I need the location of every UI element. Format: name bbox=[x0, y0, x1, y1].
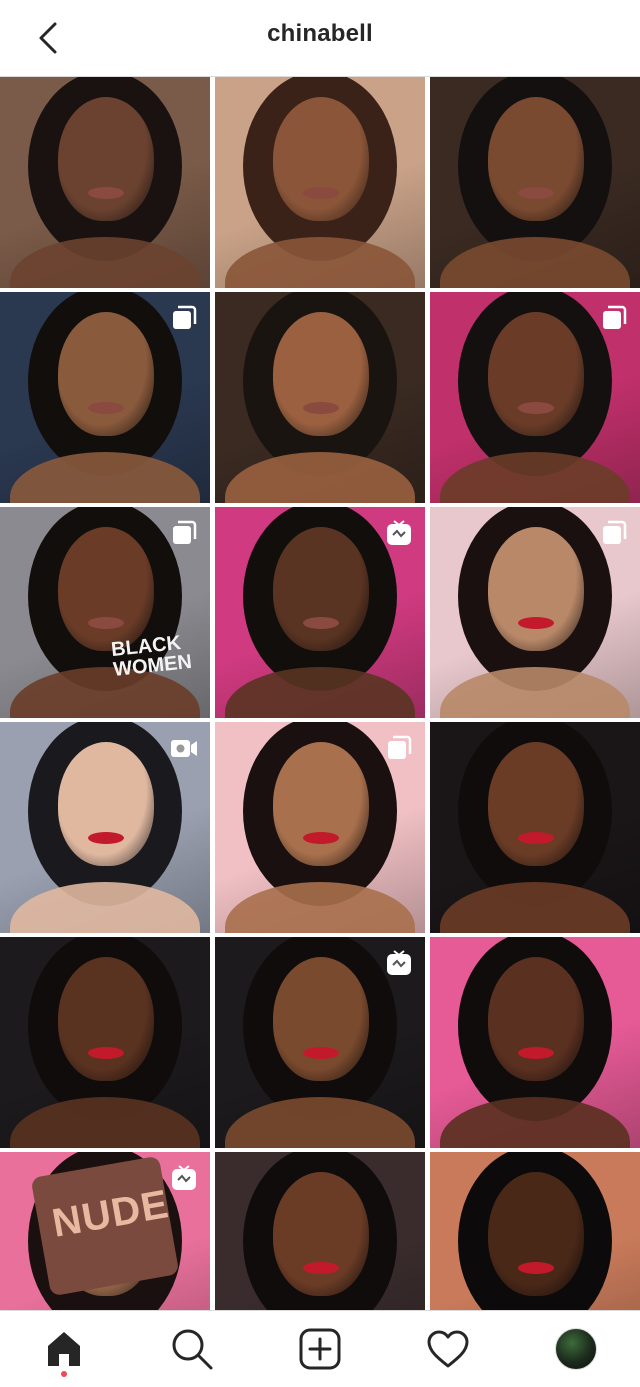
post-thumbnail[interactable] bbox=[215, 507, 425, 718]
post-thumbnail[interactable] bbox=[0, 937, 210, 1148]
post-thumbnail[interactable] bbox=[215, 937, 425, 1148]
posts-grid: BLACK WOMEN NUDE bbox=[0, 77, 640, 1310]
photo-subject-lips bbox=[303, 617, 339, 629]
post-thumbnail[interactable] bbox=[430, 722, 640, 933]
post-thumbnail[interactable] bbox=[430, 937, 640, 1148]
carousel-icon bbox=[173, 305, 197, 329]
nav-search[interactable] bbox=[168, 1325, 216, 1373]
igtv-icon bbox=[172, 1165, 196, 1190]
photo-subject-lips bbox=[303, 402, 339, 414]
igtv-icon bbox=[387, 520, 411, 545]
post-thumbnail[interactable] bbox=[430, 77, 640, 288]
photo-subject-lips bbox=[303, 832, 339, 844]
photo-subject-face bbox=[273, 527, 369, 651]
post-thumbnail[interactable] bbox=[215, 292, 425, 503]
photo-subject-lips bbox=[88, 1047, 124, 1059]
profile-avatar bbox=[555, 1328, 597, 1370]
home-icon bbox=[48, 1332, 80, 1366]
post-thumbnail[interactable] bbox=[0, 722, 210, 933]
photo-subject-lips bbox=[518, 1047, 554, 1059]
post-thumbnail[interactable] bbox=[0, 292, 210, 503]
photo-subject-face bbox=[58, 527, 154, 651]
photo-subject-lips bbox=[88, 187, 124, 199]
photo-subject-lips bbox=[518, 187, 554, 199]
post-thumbnail[interactable] bbox=[430, 507, 640, 718]
photo-subject-lips bbox=[88, 617, 124, 629]
photo-subject-lips bbox=[518, 402, 554, 414]
photo-subject-face bbox=[488, 527, 584, 651]
carousel-icon bbox=[173, 520, 197, 544]
photo-subject-face bbox=[488, 1172, 584, 1296]
photo-subject-face bbox=[488, 957, 584, 1081]
nav-home[interactable] bbox=[40, 1325, 88, 1373]
photo-subject-lips bbox=[88, 832, 124, 844]
photo-subject-face bbox=[273, 312, 369, 436]
carousel-icon bbox=[603, 305, 627, 329]
video-icon bbox=[171, 740, 197, 757]
carousel-icon bbox=[603, 520, 627, 544]
photo-subject-face bbox=[488, 742, 584, 866]
photo-subject-face bbox=[58, 957, 154, 1081]
new-post-icon bbox=[299, 1328, 341, 1370]
photo-subject-face bbox=[58, 97, 154, 221]
photo-subject-lips bbox=[303, 1047, 339, 1059]
photo-subject-lips bbox=[303, 187, 339, 199]
photo-subject-face bbox=[488, 312, 584, 436]
photo-subject-face bbox=[58, 742, 154, 866]
post-thumbnail[interactable] bbox=[215, 1152, 425, 1310]
igtv-icon bbox=[387, 950, 411, 975]
photo-subject-lips bbox=[303, 1262, 339, 1274]
photo-subject-face bbox=[273, 742, 369, 866]
activity-icon bbox=[427, 1330, 469, 1368]
post-thumbnail[interactable] bbox=[0, 77, 210, 288]
search-icon bbox=[172, 1329, 213, 1370]
photo-subject-face bbox=[273, 1172, 369, 1296]
post-thumbnail[interactable] bbox=[430, 292, 640, 503]
photo-subject-lips bbox=[518, 617, 554, 629]
bottom-nav bbox=[0, 1310, 640, 1387]
photo-subject-face bbox=[273, 97, 369, 221]
carousel-icon bbox=[388, 735, 412, 759]
photo-subject-face bbox=[488, 97, 584, 221]
nav-activity[interactable] bbox=[424, 1325, 472, 1373]
photo-subject-lips bbox=[518, 832, 554, 844]
profile-header: chinabell bbox=[0, 0, 640, 77]
post-thumbnail[interactable]: NUDE bbox=[0, 1152, 210, 1310]
photo-subject-lips bbox=[518, 1262, 554, 1274]
photo-subject-lips bbox=[88, 402, 124, 414]
nav-new-post[interactable] bbox=[296, 1325, 344, 1373]
nav-profile[interactable] bbox=[552, 1325, 600, 1373]
post-thumbnail[interactable] bbox=[215, 77, 425, 288]
photo-subject-face bbox=[58, 312, 154, 436]
post-thumbnail[interactable] bbox=[215, 722, 425, 933]
post-thumbnail[interactable]: BLACK WOMEN bbox=[0, 507, 210, 718]
notification-dot bbox=[61, 1371, 67, 1377]
photo-subject-face bbox=[273, 957, 369, 1081]
page-title: chinabell bbox=[267, 20, 373, 47]
post-thumbnail[interactable] bbox=[430, 1152, 640, 1310]
